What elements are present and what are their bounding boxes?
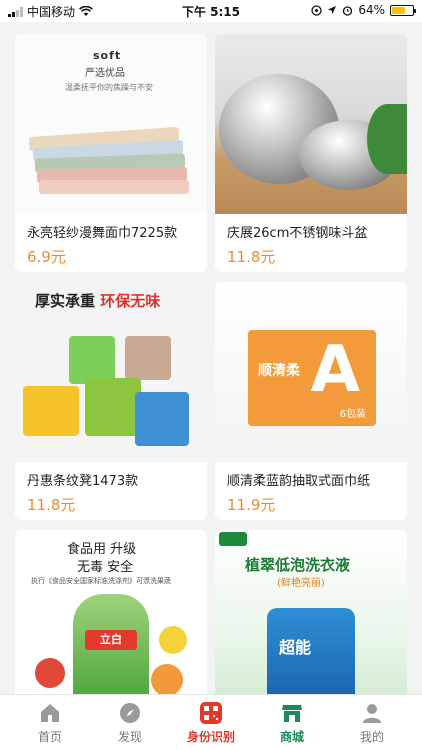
tab-bar: 首页 发现 身份识别 商城 我的: [0, 694, 422, 750]
product-title: 丹惠条纹凳1473款: [27, 474, 139, 489]
status-bar: 中国移动 下午 5:15 64%: [0, 0, 422, 22]
image-text: 超能: [279, 638, 312, 657]
user-icon: [363, 704, 381, 723]
shop-icon: [282, 705, 302, 722]
compass-icon: [120, 703, 140, 723]
product-card[interactable]: 植翠低泡洗衣液 (鲜艳亮丽) 超能: [215, 530, 407, 700]
product-title: 庆展26cm不锈钢味斗盆: [227, 226, 368, 241]
image-text: 植翠低泡洗衣液: [245, 556, 351, 574]
product-card[interactable]: 食品用 升级 无毒 安全 执行《食品安全国家标准洗涤剂》可漂洗果蔬 立白: [15, 530, 207, 700]
product-price: 6.9元: [27, 248, 66, 266]
image-text: 厚实承重 环保无味: [35, 292, 161, 310]
product-card[interactable]: 顺清柔 A 6包装 顺清柔蓝韵抽取式面巾纸 11.9元: [215, 282, 407, 520]
image-text: 食品用 升级: [67, 542, 137, 557]
product-title: 顺清柔蓝韵抽取式面巾纸: [227, 474, 371, 489]
image-text: 顺清柔: [258, 363, 300, 379]
battery-percent: 64%: [358, 3, 385, 17]
image-text: 执行《食品安全国家标准洗涤剂》可漂洗果蔬: [31, 577, 171, 585]
tab-home[interactable]: 首页: [8, 695, 92, 750]
battery-icon: [390, 4, 416, 16]
image-text: (鲜艳亮丽): [277, 578, 325, 589]
product-card[interactable]: 庆展26cm不锈钢味斗盆 11.8元: [215, 34, 407, 272]
product-image: 厚实承重 环保无味: [15, 282, 207, 462]
tab-profile[interactable]: 我的: [330, 695, 414, 750]
image-text: 无毒 安全: [77, 560, 134, 575]
home-icon: [41, 704, 59, 722]
product-price: 11.9元: [227, 496, 276, 514]
product-image: 顺清柔 A 6包装: [215, 282, 407, 462]
alarm-icon: [343, 5, 353, 16]
image-text: 严选优品: [85, 68, 125, 79]
product-image: 食品用 升级 无毒 安全 执行《食品安全国家标准洗涤剂》可漂洗果蔬 立白: [15, 530, 207, 700]
product-image: 植翠低泡洗衣液 (鲜艳亮丽) 超能: [215, 530, 407, 700]
tab-label: 我的: [359, 730, 384, 744]
location-icon: [311, 4, 322, 16]
product-title: 永亮轻纱漫舞面巾7225款: [27, 226, 178, 241]
tab-mall[interactable]: 商城: [250, 695, 334, 750]
qrcode-icon: [200, 702, 222, 724]
tab-label: 发现: [117, 730, 142, 744]
image-text: 立白: [85, 630, 137, 650]
product-card[interactable]: 厚实承重 环保无味 丹惠条纹凳1473款 11.8元: [15, 282, 207, 520]
tab-label: 商城: [279, 730, 304, 744]
tab-label: 身份识别: [186, 730, 235, 744]
product-image: soft 严选优品 温柔抚平你的焦躁与不安: [15, 34, 207, 214]
navigation-arrow-icon: [328, 6, 337, 14]
product-price: 11.8元: [27, 496, 76, 514]
tab-discover[interactable]: 发现: [88, 695, 172, 750]
image-text: 温柔抚平你的焦躁与不安: [65, 83, 153, 92]
product-image: [215, 34, 407, 214]
product-price: 11.8元: [227, 248, 276, 266]
image-text: 6包装: [339, 409, 366, 420]
image-text: A: [310, 333, 360, 407]
image-text: soft: [93, 49, 122, 62]
tab-identity[interactable]: 身份识别: [169, 695, 253, 750]
tab-label: 首页: [37, 730, 62, 744]
product-card[interactable]: soft 严选优品 温柔抚平你的焦躁与不安 永亮轻纱漫舞面巾7225款 6.9元: [15, 34, 207, 272]
